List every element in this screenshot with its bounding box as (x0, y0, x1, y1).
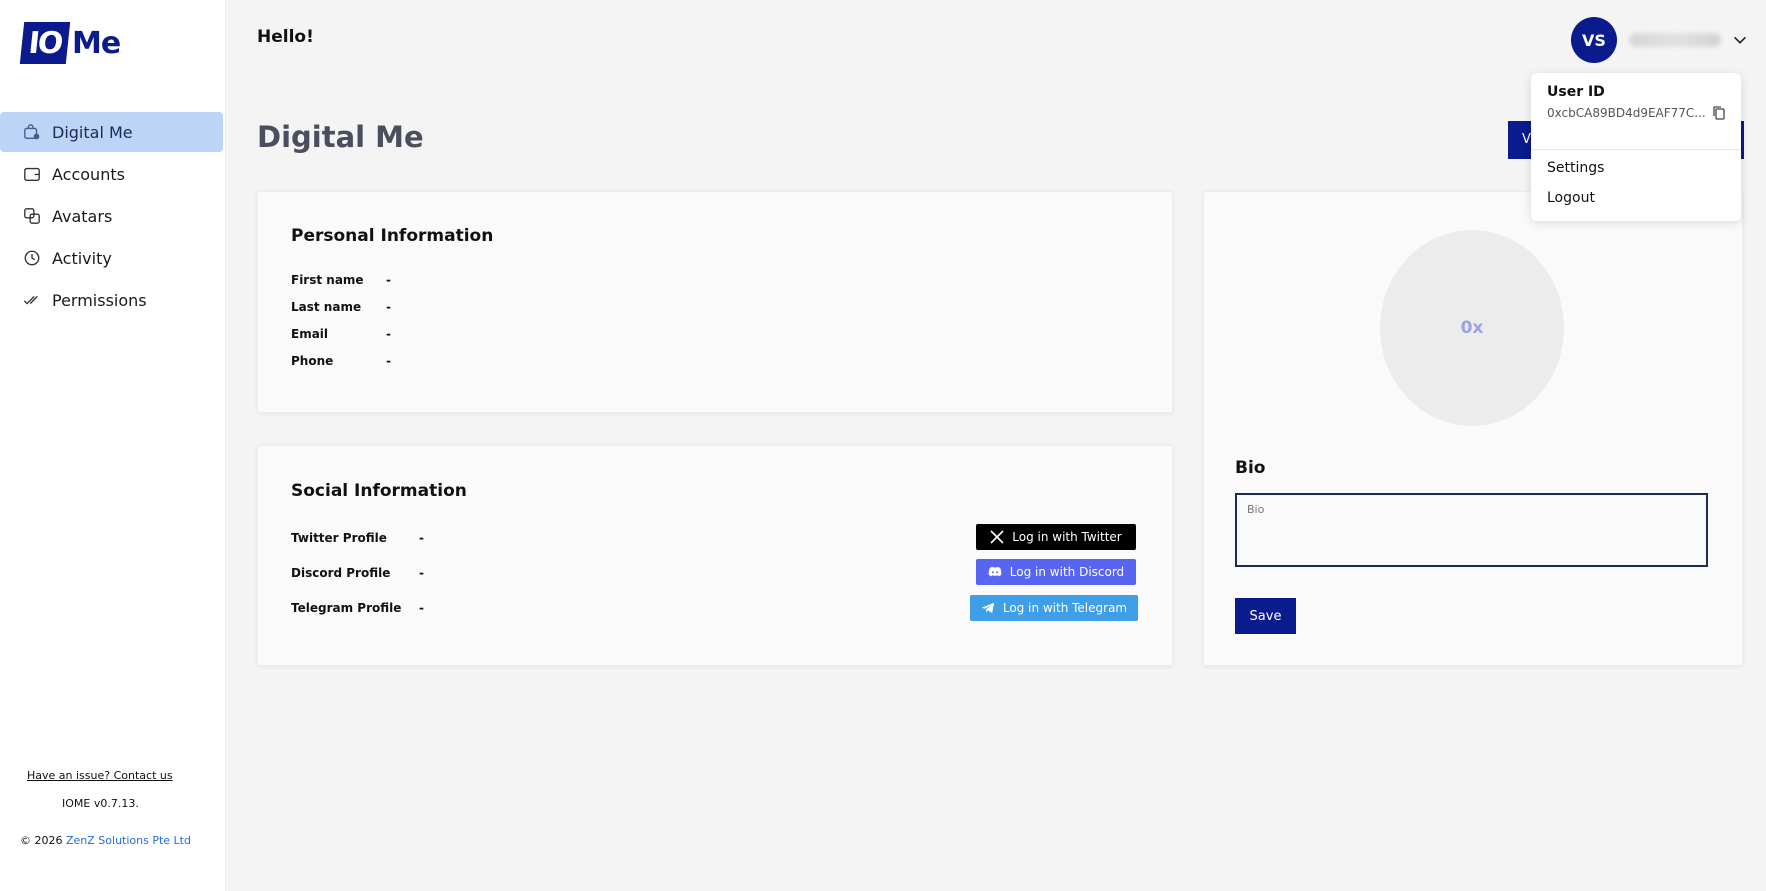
user-id-value: 0xcbCA89BD4d9EAF77C... (1547, 106, 1706, 120)
settings-menu-item[interactable]: Settings (1547, 160, 1604, 176)
sidebar: IO Me Digital Me Accounts Avatars Activi… (0, 0, 226, 891)
discord-login-label: Log in with Discord (1009, 565, 1125, 579)
field-label: Twitter Profile (291, 531, 387, 545)
logout-menu-item[interactable]: Logout (1547, 190, 1595, 206)
field-label: Telegram Profile (291, 601, 402, 615)
iome-logo[interactable]: IO Me (19, 22, 121, 64)
user-menu[interactable]: VS (1571, 17, 1749, 63)
app-version: IOME v0.7.13. (62, 797, 139, 810)
save-button[interactable]: Save (1235, 598, 1296, 634)
twitter-login-button[interactable]: Log in with Twitter (976, 524, 1136, 550)
sidebar-item-activity[interactable]: Activity (0, 238, 222, 278)
field-value: - (386, 273, 391, 287)
sidebar-item-label: Accounts (52, 164, 125, 184)
field-label: Email (291, 327, 329, 341)
contact-link[interactable]: Have an issue? Contact us (27, 769, 173, 782)
sidebar-nav: Digital Me Accounts Avatars Activity Per… (0, 112, 226, 322)
field-telegram-profile: Telegram Profile - (291, 601, 424, 615)
avatars-icon (22, 206, 42, 226)
sidebar-item-label: Avatars (52, 206, 113, 226)
twitter-login-label: Log in with Twitter (1012, 530, 1122, 544)
wallet-icon (22, 164, 42, 184)
field-value: - (419, 566, 424, 580)
chevron-down-icon[interactable] (1731, 31, 1749, 49)
profile-card: 0x Bio Save (1203, 191, 1743, 666)
copy-icon[interactable] (1712, 105, 1726, 121)
sidebar-item-avatars[interactable]: Avatars (0, 196, 222, 236)
social-info-title: Social Information (291, 481, 467, 501)
discord-logo-icon (988, 566, 1002, 577)
field-twitter-profile: Twitter Profile - (291, 531, 424, 545)
sidebar-item-permissions[interactable]: Permissions (0, 280, 222, 320)
field-email: Email - (291, 327, 391, 341)
logo-box: IO (19, 22, 71, 64)
field-last-name: Last name - (291, 300, 391, 314)
discord-login-button[interactable]: Log in with Discord (976, 559, 1136, 585)
personal-info-title: Personal Information (291, 226, 494, 246)
field-discord-profile: Discord Profile - (291, 566, 424, 580)
company-link[interactable]: ZenZ Solutions Pte Ltd (66, 834, 191, 847)
user-dropdown: User ID 0xcbCA89BD4d9EAF77C... Settings … (1531, 73, 1741, 221)
sidebar-item-accounts[interactable]: Accounts (0, 154, 222, 194)
greeting: Hello! (257, 27, 314, 47)
telegram-logo-icon (981, 602, 994, 614)
logo-text: Me (72, 25, 121, 61)
social-info-card: Social Information Twitter Profile - Dis… (257, 445, 1173, 666)
avatar[interactable]: VS (1571, 17, 1617, 63)
double-check-icon (22, 290, 42, 310)
field-phone: Phone - (291, 354, 391, 368)
sidebar-item-digital-me[interactable]: Digital Me (0, 112, 223, 152)
bio-input[interactable] (1235, 493, 1708, 567)
field-value: - (419, 531, 424, 545)
profile-avatar[interactable]: 0x (1380, 230, 1564, 426)
telegram-login-button[interactable]: Log in with Telegram (970, 595, 1138, 621)
field-value: - (386, 354, 391, 368)
field-value: - (419, 601, 424, 615)
personal-info-card: Personal Information First name - Last n… (257, 191, 1173, 413)
digital-me-icon (22, 122, 42, 142)
bio-label: Bio (1235, 458, 1266, 478)
page-title: Digital Me (257, 120, 424, 154)
field-first-name: First name - (291, 273, 391, 287)
field-value: - (386, 327, 391, 341)
clock-icon (22, 248, 42, 268)
field-label: Discord Profile (291, 566, 391, 580)
sidebar-item-label: Activity (52, 248, 112, 268)
username-blurred (1629, 33, 1721, 47)
dropdown-divider (1531, 149, 1741, 150)
field-label: Phone (291, 354, 334, 368)
field-label: First name (291, 273, 364, 287)
sidebar-item-label: Digital Me (52, 122, 133, 142)
user-id-label: User ID (1547, 84, 1605, 100)
field-value: - (386, 300, 391, 314)
x-logo-icon (990, 530, 1004, 544)
copyright-prefix: © 2026 (20, 834, 66, 847)
copyright: © 2026 ZenZ Solutions Pte Ltd (20, 834, 191, 847)
telegram-login-label: Log in with Telegram (1002, 601, 1128, 615)
sidebar-item-label: Permissions (52, 290, 147, 310)
field-label: Last name (291, 300, 362, 314)
